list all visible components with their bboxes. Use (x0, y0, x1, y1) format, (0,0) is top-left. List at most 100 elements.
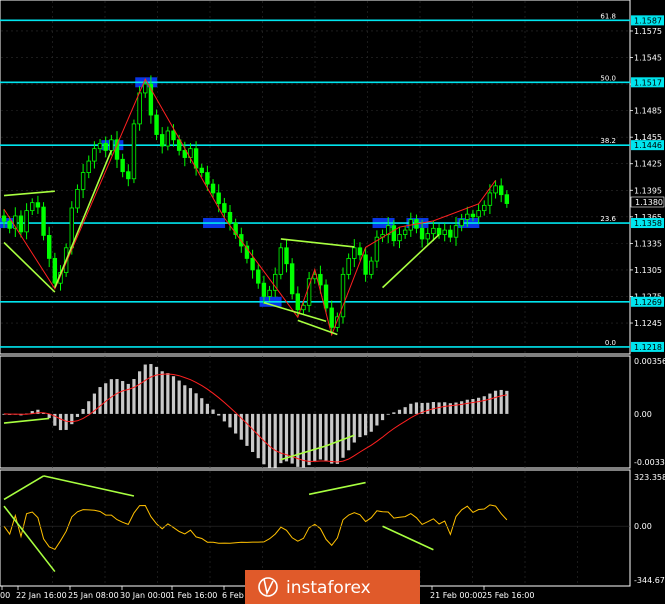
price-tick-label: 1.1395 (634, 186, 662, 195)
bearish-candle (7, 220, 12, 229)
bearish-candle (205, 172, 210, 185)
macd-bar (448, 403, 452, 414)
macd-bar (426, 402, 430, 414)
macd-bar (380, 413, 385, 421)
price-axis: 1.15751.15451.15151.14851.14551.14251.13… (630, 27, 662, 328)
macd-trendlines (3, 417, 355, 461)
macd-bar (183, 385, 187, 414)
macd-bar (347, 413, 351, 451)
macd-bar (166, 373, 170, 414)
cci-tick-label: 0.00 (634, 522, 652, 531)
bullish-candle (92, 148, 97, 162)
macd-bar (64, 413, 68, 430)
macd-bar (341, 413, 345, 458)
bullish-candle (459, 219, 464, 227)
macd-bar (279, 413, 283, 464)
macd-bar (98, 387, 102, 414)
bullish-candle (369, 260, 374, 275)
bearish-candle (171, 130, 176, 141)
macd-bar (454, 402, 458, 414)
cci-path (3, 504, 508, 551)
macd-bar (318, 413, 322, 460)
bullish-candle (278, 247, 284, 275)
price-tick-label: 1.1485 (634, 107, 662, 116)
macd-bar (104, 383, 108, 414)
bullish-candle (30, 202, 35, 212)
fib-level-label: 0.0 (605, 339, 616, 347)
macd-bar (160, 371, 164, 414)
macd-bar (465, 399, 469, 414)
bearish-candle (103, 142, 108, 151)
bearish-candle (419, 227, 425, 240)
time-tick-label: 25 Feb 16:00 (482, 591, 534, 600)
fib-price-tag-label: 1.1517 (634, 78, 662, 87)
cci-trendlines (3, 475, 434, 573)
bullish-candle (75, 188, 80, 209)
bullish-candle (352, 247, 357, 259)
price-trendline (280, 238, 355, 248)
price-tick-label: 1.1425 (634, 160, 662, 169)
bullish-candle (442, 229, 447, 235)
fib-price-tag-label: 1.1269 (634, 298, 662, 307)
macd-bar (403, 407, 407, 414)
macd-bar (392, 412, 396, 414)
bearish-candle (47, 235, 52, 259)
cci-trendline (3, 505, 56, 573)
cci-trendline (43, 475, 135, 497)
macd-bar (313, 413, 317, 462)
bullish-candle (267, 289, 272, 297)
cci-axis: 323.3582 0.00 -344.6727 (634, 473, 665, 585)
bearish-candle (41, 206, 46, 236)
macd-bar (251, 413, 255, 452)
macd-signal-path (3, 373, 507, 463)
bearish-candle (199, 167, 204, 173)
macd-bar (222, 413, 226, 422)
bearish-candle (256, 269, 261, 284)
time-tick-label: 22 Jan 16:00 (16, 591, 67, 600)
macd-bar (200, 398, 204, 414)
bearish-candle (216, 192, 221, 204)
fib-price-tag-label: 1.1587 (634, 16, 662, 25)
macd-bar (58, 413, 63, 431)
bullish-candle (346, 258, 351, 275)
macd-bar (205, 403, 209, 414)
bearish-candle (357, 247, 363, 256)
fib-level-label: 61.8 (600, 12, 616, 20)
macd-tick-label: -0.00334 (634, 458, 665, 467)
macd-bar (273, 413, 277, 468)
bullish-candle (24, 210, 29, 233)
trading-chart: 61.850.038.223.60.0 1.15751.15451.15151.… (0, 0, 665, 604)
bearish-candle (222, 203, 227, 213)
bullish-candle (453, 225, 459, 238)
bullish-candle (482, 204, 487, 212)
macd-bar (307, 413, 311, 466)
price-trendline (382, 233, 440, 289)
bearish-candle (391, 225, 397, 242)
macd-bar (330, 413, 334, 464)
macd-bar (397, 409, 402, 414)
macd-bar (149, 364, 153, 414)
bearish-candle (154, 114, 159, 135)
macd-bar (460, 401, 464, 414)
bearish-candle (329, 307, 334, 328)
macd-bar (364, 413, 368, 436)
price-tick-label: 1.1305 (634, 266, 662, 275)
bearish-candle (126, 171, 131, 180)
bearish-candle (18, 215, 24, 233)
bearish-candle (470, 213, 476, 218)
bearish-candle (448, 229, 453, 238)
bullish-candle (137, 92, 142, 125)
cci-tick-label: -344.6727 (634, 576, 665, 585)
fib-price-tag-label: 1.1218 (634, 343, 662, 352)
bullish-candle (143, 83, 148, 94)
bearish-candle (210, 183, 216, 194)
price-tick-label: 1.1545 (634, 54, 662, 63)
macd-bar (386, 413, 390, 415)
macd-bar (267, 413, 272, 468)
time-tick-label: 1 Feb 16:00 (170, 591, 217, 600)
bullish-candle (493, 185, 498, 194)
bearish-candle (323, 284, 329, 309)
macd-bar (87, 401, 91, 414)
watermark-text: instaforex (286, 578, 371, 598)
bullish-candle (487, 192, 493, 206)
